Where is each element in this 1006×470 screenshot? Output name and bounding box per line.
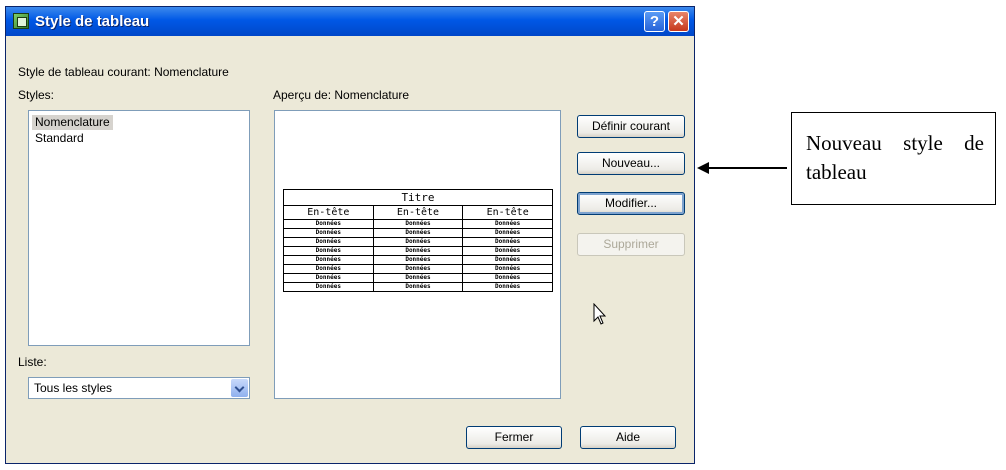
preview-data-row: Données Données Données (283, 264, 553, 274)
preview-data-cell: Données (372, 219, 464, 229)
preview-header-cell: En-tête (462, 205, 553, 220)
preview-data-row: Données Données Données (283, 282, 553, 292)
preview-table: Titre En-tête En-tête En-tête Données Do… (283, 189, 553, 292)
close-button[interactable]: Fermer (466, 426, 562, 449)
list-filter-label: Liste: (18, 355, 47, 369)
preview-label: Aperçu de: Nomenclature (273, 88, 410, 102)
preview-table-title: Titre (283, 189, 553, 206)
styles-label: Styles: (18, 88, 55, 102)
new-style-button[interactable]: Nouveau... (577, 152, 685, 175)
preview-data-cell: Données (283, 264, 374, 274)
preview-data-cell: Données (372, 228, 464, 238)
table-style-app-icon (13, 13, 29, 29)
preview-data-cell: Données (283, 228, 374, 238)
list-filter-value: Tous les styles (34, 381, 113, 395)
help-title-button[interactable]: ? (644, 11, 665, 32)
annotation-text: Nouveau style de tableau (806, 131, 984, 184)
style-item-nomenclature[interactable]: Nomenclature (32, 115, 113, 130)
preview-data-cell: Données (283, 282, 374, 292)
annotation-callout: Nouveau style de tableau (791, 112, 996, 205)
mouse-pointer-icon (593, 303, 607, 325)
preview-data-cell: Données (372, 237, 464, 247)
preview-data-cell: Données (283, 255, 374, 265)
preview-data-cell: Données (462, 246, 553, 256)
preview-data-row: Données Données Données (283, 219, 553, 229)
style-item-standard[interactable]: Standard (32, 131, 87, 146)
preview-data-cell: Données (462, 219, 553, 229)
preview-data-row: Données Données Données (283, 228, 553, 238)
help-button[interactable]: Aide (580, 426, 676, 449)
preview-data-row: Données Données Données (283, 273, 553, 283)
arrow-head-icon (697, 162, 709, 174)
preview-data-cell: Données (283, 237, 374, 247)
delete-button: Supprimer (577, 233, 685, 256)
preview-data-cell: Données (372, 255, 464, 265)
preview-data-cell: Données (283, 273, 374, 283)
preview-data-cell: Données (372, 282, 464, 292)
styles-list[interactable]: Nomenclature Standard (28, 110, 250, 346)
preview-data-row: Données Données Données (283, 246, 553, 256)
title-bar[interactable]: Style de tableau ? ✕ (6, 7, 694, 36)
current-style-label: Style de tableau courant: Nomenclature (18, 65, 229, 79)
preview-data-row: Données Données Données (283, 255, 553, 265)
preview-data-cell: Données (462, 237, 553, 247)
window-title: Style de tableau (35, 13, 150, 30)
preview-data-cell: Données (372, 273, 464, 283)
preview-data-cell: Données (462, 282, 553, 292)
preview-header-cell: En-tête (372, 205, 464, 220)
preview-data-cell: Données (462, 273, 553, 283)
preview-data-cell: Données (462, 264, 553, 274)
preview-data-cell: Données (283, 219, 374, 229)
modify-button[interactable]: Modifier... (577, 192, 685, 215)
preview-data-row: Données Données Données (283, 237, 553, 247)
preview-data-cell: Données (372, 246, 464, 256)
preview-data-cell: Données (462, 255, 553, 265)
list-filter-select[interactable]: Tous les styles (28, 377, 250, 399)
chevron-down-icon[interactable] (231, 379, 248, 397)
preview-header-cell: En-tête (283, 205, 374, 220)
preview-data-cell: Données (283, 246, 374, 256)
close-title-button[interactable]: ✕ (668, 11, 689, 32)
preview-data-cell: Données (372, 264, 464, 274)
annotation-arrow (707, 167, 787, 169)
preview-data-cell: Données (462, 228, 553, 238)
set-current-button[interactable]: Définir courant (577, 115, 685, 138)
